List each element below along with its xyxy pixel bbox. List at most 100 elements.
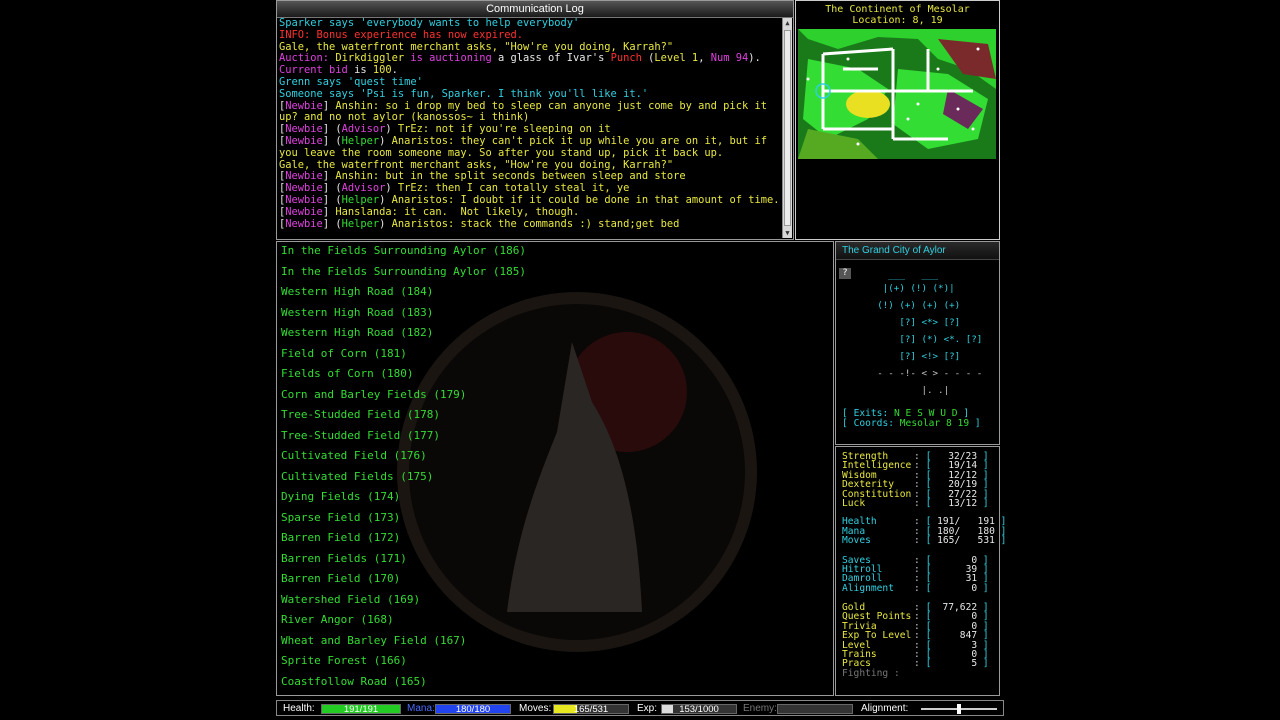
- moves-label: Moves:: [519, 703, 552, 714]
- log-segment: ] (: [322, 217, 342, 230]
- stat-label: Alignment: [842, 582, 894, 594]
- room-list-item[interactable]: Barren Field (172): [281, 528, 821, 549]
- status-bar: Health: 191/191 Mana: 180/180 Moves: 165…: [276, 700, 1004, 716]
- log-segment: Newbie: [285, 99, 323, 112]
- communication-log-title: Communication Log: [277, 1, 793, 18]
- log-segment: ]: [322, 170, 336, 183]
- area-coords: [ Coords: Mesolar 8 19 ]: [842, 417, 981, 429]
- log-segment: (: [641, 52, 655, 65]
- continent-map-location: Location: 8, 19: [852, 15, 943, 26]
- log-segment: Newbie: [285, 134, 323, 147]
- room-list-item[interactable]: In the Fields Surrounding Aylor (186): [281, 241, 821, 262]
- room-list-item[interactable]: Barren Fields (171): [281, 549, 821, 570]
- room-list-item[interactable]: Sprite Forest (166): [281, 651, 821, 672]
- room-list-item[interactable]: Western High Road (182): [281, 323, 821, 344]
- log-line: [Newbie] (Helper) Anaristos: stack the c…: [279, 217, 781, 231]
- room-list-item[interactable]: Coastfollow Road (165): [281, 672, 821, 690]
- log-segment: 100: [372, 64, 392, 77]
- log-scrollbar[interactable]: ▲ ▼: [782, 18, 792, 238]
- log-segment: is: [347, 64, 373, 77]
- room-list-item[interactable]: Watershed Field (169): [281, 590, 821, 611]
- scroll-up-icon[interactable]: ▲: [783, 18, 792, 28]
- log-segment: ,: [698, 52, 711, 65]
- log-segment: ] (: [322, 123, 342, 136]
- continent-map-image[interactable]: [798, 29, 996, 159]
- stat-label: Moves: [842, 535, 871, 547]
- log-segment: Newbie: [285, 193, 323, 206]
- log-segment: Newbie: [285, 182, 323, 195]
- log-segment: ).: [748, 52, 761, 65]
- room-list-item[interactable]: Corn and Barley Fields (179): [281, 385, 821, 406]
- log-segment: Num 94: [710, 52, 749, 65]
- area-map-row: (!) (+) (+) (+): [844, 300, 961, 311]
- log-segment: Grenn says 'quest time': [279, 75, 423, 88]
- log-segment: Helper: [341, 193, 380, 206]
- room-list-item[interactable]: Tree-Studded Field (177): [281, 426, 821, 447]
- log-segment: Sparker says 'everybody wants to help ev…: [279, 18, 580, 29]
- log-segment: Auction:: [279, 52, 336, 65]
- area-map-row: |. .|: [844, 385, 950, 396]
- area-map-grid[interactable]: ___ ___ |(+) (!) (*)| (!) (+) (+) (+) [?…: [844, 271, 994, 399]
- log-segment: Anaristos: I doubt if it could be done i…: [391, 193, 780, 206]
- area-map-title: The Grand City of Aylor: [836, 242, 999, 260]
- area-map-window: The Grand City of Aylor ? ___ ___ |(+) (…: [835, 241, 1000, 445]
- room-list-item[interactable]: Tree-Studded Field (178): [281, 405, 821, 426]
- log-segment: ): [379, 217, 392, 230]
- stat-value: 13/12: [948, 497, 978, 509]
- log-segment: INFO: Bonus experience has now expired.: [279, 28, 523, 41]
- log-segment: Newbie: [285, 123, 323, 136]
- log-segment: Dirkdiggler: [335, 52, 405, 65]
- room-list-item[interactable]: Western High Road (184): [281, 282, 821, 303]
- room-list-item[interactable]: Sparse Field (173): [281, 508, 821, 529]
- log-line: [Newbie] (Helper) Anaristos: they can't …: [279, 134, 781, 160]
- log-segment: Anshin: so i drop my bed to sleep can an…: [279, 99, 774, 124]
- log-scrollbar-thumb[interactable]: [784, 30, 791, 226]
- log-segment: is auctioning: [404, 52, 498, 65]
- log-line: [Newbie] Anshin: so i drop my bed to sle…: [279, 99, 781, 125]
- continent-map-title: The Continent of Mesolar: [825, 4, 970, 15]
- mana-label: Mana:: [407, 703, 435, 714]
- log-segment: Current bid: [279, 64, 348, 77]
- room-list-item[interactable]: River Angor (168): [281, 610, 821, 631]
- communication-log-window: Communication Log Sparker says 'everybod…: [276, 0, 794, 240]
- log-segment: ): [379, 134, 392, 147]
- stat-moves: Moves: [ 165/ 531 ]: [842, 535, 1007, 547]
- room-list-item[interactable]: Fields of Corn (180): [281, 364, 821, 385]
- log-segment: Anshin: but in the split seconds between…: [335, 170, 686, 183]
- continent-map-window: The Continent of Mesolar Location: 8, 19: [795, 0, 1000, 240]
- stat-value: 165/ 531: [937, 535, 995, 547]
- scroll-down-icon[interactable]: ▼: [783, 228, 792, 238]
- log-segment: .: [391, 64, 398, 77]
- room-list-item[interactable]: Cultivated Field (176): [281, 446, 821, 467]
- stat-value: 0: [971, 582, 978, 594]
- communication-log-text: Sparker says 'everybody wants to help ev…: [279, 18, 781, 237]
- log-segment: ): [385, 123, 398, 136]
- character-stats: Strength: [ 32/23 ] Intelligence: [ 19/14…: [842, 451, 1007, 678]
- room-list-item[interactable]: Field of Corn (181): [281, 344, 821, 365]
- main-output-window: In the Fields Surrounding Aylor (186) In …: [276, 241, 834, 696]
- log-segment: Gale, the waterfront merchant asks, "How…: [279, 158, 674, 171]
- log-segment: Newbie: [285, 205, 323, 218]
- room-list-item[interactable]: In the Fields Surrounding Aylor (185): [281, 262, 821, 283]
- room-list-item[interactable]: Barren Field (170): [281, 569, 821, 590]
- log-segment: Helper: [341, 134, 380, 147]
- log-segment: ): [385, 182, 398, 195]
- room-list-item[interactable]: Dying Fields (174): [281, 487, 821, 508]
- room-list-item[interactable]: Cultivated Fields (175): [281, 467, 821, 488]
- log-segment: Hanslanda: it can. Not likely, though.: [335, 205, 580, 218]
- room-list-item[interactable]: Western High Road (183): [281, 303, 821, 324]
- alignment-marker: [957, 704, 961, 714]
- log-segment: Level 1: [654, 52, 699, 65]
- room-list: In the Fields Surrounding Aylor (186) In …: [281, 241, 821, 689]
- log-segment: Advisor: [341, 123, 386, 136]
- log-segment: TrEz: then I can totally steal it, ye: [397, 182, 630, 195]
- area-map-row: |(+) (!) (*)|: [844, 283, 955, 294]
- log-segment: Newbie: [285, 217, 323, 230]
- log-segment: ] (: [322, 182, 342, 195]
- area-map-row: - - -!- < > - - - -: [844, 368, 983, 379]
- alignment-label: Alignment:: [861, 703, 909, 714]
- log-segment: Anaristos: stack the commands :) stand;g…: [391, 217, 680, 230]
- room-list-item[interactable]: Wheat and Barley Field (167): [281, 631, 821, 652]
- mana-bar: 180/180: [435, 704, 511, 715]
- health-bar: 191/191: [321, 704, 401, 715]
